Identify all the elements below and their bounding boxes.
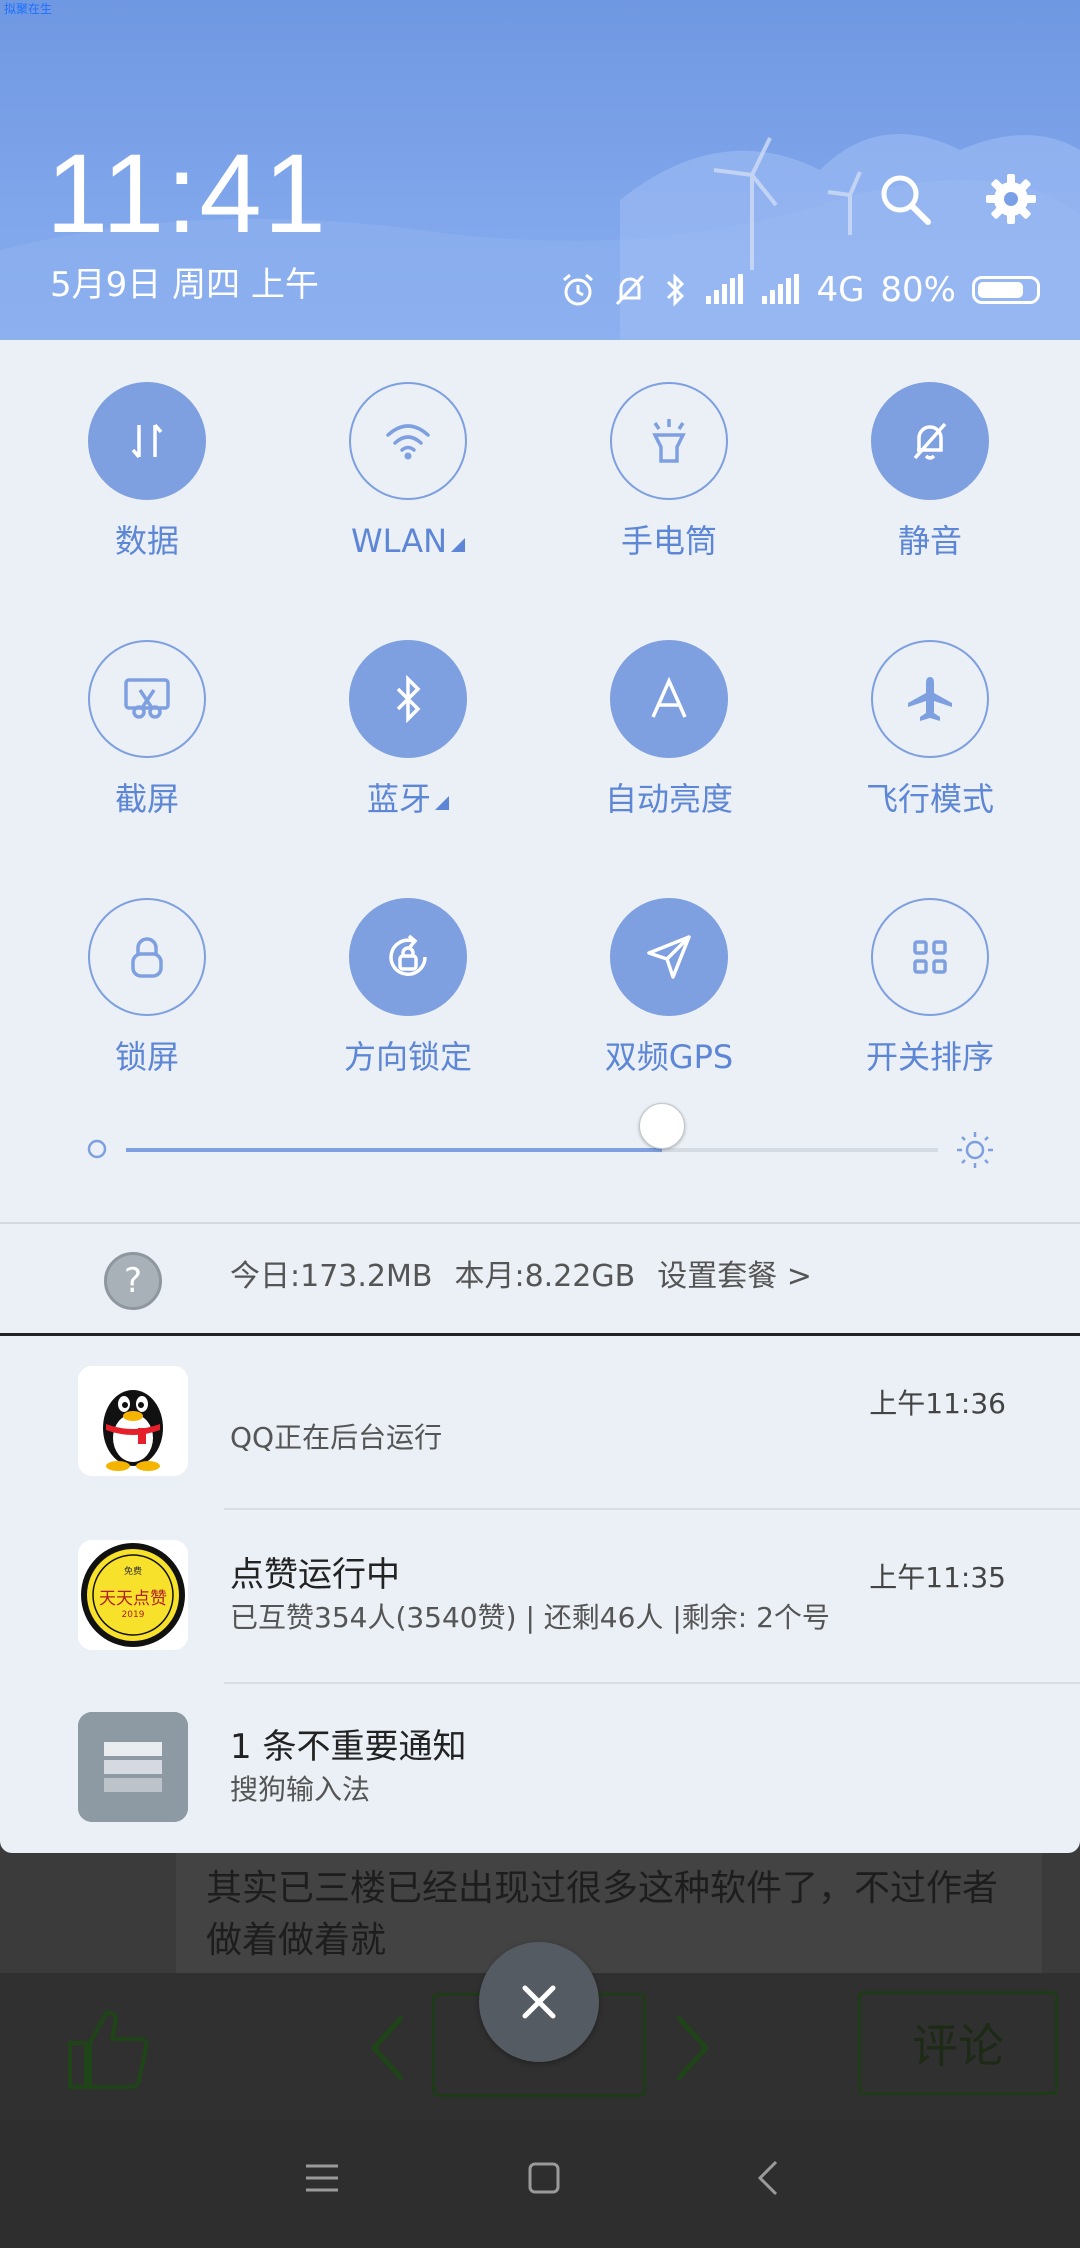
bluetooth-status-icon	[664, 272, 688, 308]
mute-bell-icon	[612, 272, 648, 308]
notification-subtitle: 搜狗输入法	[230, 1773, 371, 1806]
comment-text: 其实已三楼已经出现过很多这种软件了，不过作者做着做着就	[206, 1868, 999, 1962]
quick-settings-panel: 数据 WLAN 手电筒 静音截屏 蓝牙 自动亮度 飞行模式锁屏 方向锁定 双频GPS 开关排序 ?…	[0, 340, 1080, 1333]
close-icon	[522, 1985, 556, 2019]
network-type: 4G	[816, 270, 865, 310]
rotation-lock-icon	[349, 898, 467, 1016]
toggle-label: 开关排序	[865, 1038, 994, 1076]
notification-header: 拟聚在生 11:41 5月9日 周四 上午 4G 80%	[0, 0, 1080, 340]
next-arrow-icon[interactable]	[672, 2013, 712, 2083]
comment-button[interactable]: 评论	[858, 1991, 1058, 2095]
help-question-icon[interactable]: ?	[104, 1252, 162, 1310]
notification-time: 上午11:35	[869, 1561, 1006, 1594]
prev-arrow-icon[interactable]	[368, 2013, 408, 2083]
bluetooth-icon	[349, 640, 467, 758]
notification-qq[interactable]: 上午11:36 QQ正在后台运行	[0, 1336, 1080, 1508]
toggle-flashlight[interactable]: 手电筒	[569, 382, 769, 559]
notification-title: 点赞运行中	[230, 1555, 400, 1595]
grid-icon	[871, 898, 989, 1016]
like-badge-icon: 免费 天天点赞 2019	[78, 1540, 188, 1650]
usage-today: 今日:173.2MB	[230, 1259, 433, 1294]
brightness-slider[interactable]	[126, 1148, 938, 1152]
toggle-label: 静音	[897, 522, 962, 560]
toggle-wifi[interactable]: WLAN	[308, 382, 508, 559]
toggle-label: 飞行模式	[865, 780, 994, 818]
thumbs-up-icon[interactable]	[62, 2003, 152, 2093]
brightness-low-icon	[87, 1139, 107, 1159]
alarm-icon	[560, 272, 596, 308]
set-plan-link[interactable]: 设置套餐 >	[657, 1262, 812, 1292]
notification-subtitle: QQ正在后台运行	[230, 1421, 443, 1454]
clear-notifications-button[interactable]	[479, 1942, 599, 2062]
badge-main-text: 天天点赞	[99, 1589, 167, 1609]
home-icon[interactable]	[524, 2158, 564, 2198]
date-label[interactable]: 5月9日 周四 上午	[50, 268, 319, 302]
toggle-gps[interactable]: 双频GPS	[569, 898, 769, 1075]
data-usage-row[interactable]: 今日:173.2MB 本月:8.22GB 设置套餐 >	[230, 1262, 812, 1292]
toggle-label: 数据	[114, 522, 179, 560]
toggle-label: WLAN	[350, 522, 448, 560]
qq-penguin-icon	[78, 1366, 188, 1476]
flashlight-icon	[610, 382, 728, 500]
toggle-label: 锁屏	[114, 1038, 179, 1076]
usage-month: 本月:8.22GB	[454, 1259, 636, 1294]
notification-subtitle: 已互赞354人(3540赞) | 还剩46人 |剩余: 2个号	[230, 1601, 830, 1634]
toggle-airplane[interactable]: 飞行模式	[830, 640, 1030, 817]
expand-triangle-icon[interactable]	[431, 780, 449, 818]
gps-icon	[610, 898, 728, 1016]
expand-triangle-icon[interactable]	[447, 522, 466, 560]
airplane-icon	[871, 640, 989, 758]
toggle-data-arrows[interactable]: 数据	[47, 382, 247, 559]
toggle-auto-brightness[interactable]: 自动亮度	[569, 640, 769, 817]
lock-icon	[88, 898, 206, 1016]
menu-icon[interactable]	[302, 2158, 342, 2198]
battery-percent: 80%	[880, 270, 956, 310]
brightness-high-icon	[957, 1132, 993, 1168]
signal-sim2-icon	[760, 274, 800, 306]
navigation-bar	[0, 2120, 1080, 2248]
overlay-label: 拟聚在生	[4, 2, 53, 16]
data-arrows-icon	[88, 382, 206, 500]
notification-time: 上午11:36	[869, 1387, 1006, 1420]
notification-title: 1 条不重要通知	[230, 1727, 467, 1767]
toggle-label: 方向锁定	[343, 1038, 472, 1076]
toggle-label: 蓝牙	[366, 780, 431, 818]
bell-off-icon	[871, 382, 989, 500]
brightness-fill	[126, 1148, 662, 1152]
settings-gear-icon[interactable]	[984, 172, 1038, 230]
wifi-icon	[349, 382, 467, 500]
toggle-scissors[interactable]: 截屏	[47, 640, 247, 817]
toggle-bell-off[interactable]: 静音	[830, 382, 1030, 559]
stack-icon	[78, 1712, 188, 1822]
toggle-lock[interactable]: 锁屏	[47, 898, 247, 1075]
auto-brightness-icon	[610, 640, 728, 758]
brightness-slider-thumb[interactable]	[638, 1103, 685, 1149]
toggle-grid[interactable]: 开关排序	[830, 898, 1030, 1075]
toggle-label: 自动亮度	[604, 780, 733, 818]
toggle-label: 双频GPS	[604, 1038, 734, 1076]
toggle-label: 手电筒	[620, 522, 717, 560]
battery-icon	[972, 276, 1040, 304]
scissors-icon	[88, 640, 206, 758]
notification-list: 上午11:36 QQ正在后台运行 免费 天天点赞 2019 点赞运行中 上午11…	[0, 1336, 1080, 1853]
notification-unimportant[interactable]: 1 条不重要通知 搜狗输入法	[0, 1682, 1080, 1854]
clock[interactable]: 11:41	[46, 138, 328, 250]
toggle-rotation-lock[interactable]: 方向锁定	[308, 898, 508, 1075]
badge-year-text: 2019	[121, 1610, 145, 1620]
signal-sim1-icon	[704, 274, 744, 306]
search-icon[interactable]	[878, 172, 932, 230]
status-bar: 4G 80%	[560, 268, 1040, 312]
back-icon[interactable]	[750, 2158, 790, 2198]
divider	[0, 1222, 1080, 1224]
notification-like-app[interactable]: 免费 天天点赞 2019 点赞运行中 上午11:35 已互赞354人(3540赞…	[0, 1510, 1080, 1682]
badge-top-text: 免费	[123, 1567, 142, 1577]
toggle-label: 截屏	[114, 780, 179, 818]
toggle-bluetooth[interactable]: 蓝牙	[308, 640, 508, 817]
